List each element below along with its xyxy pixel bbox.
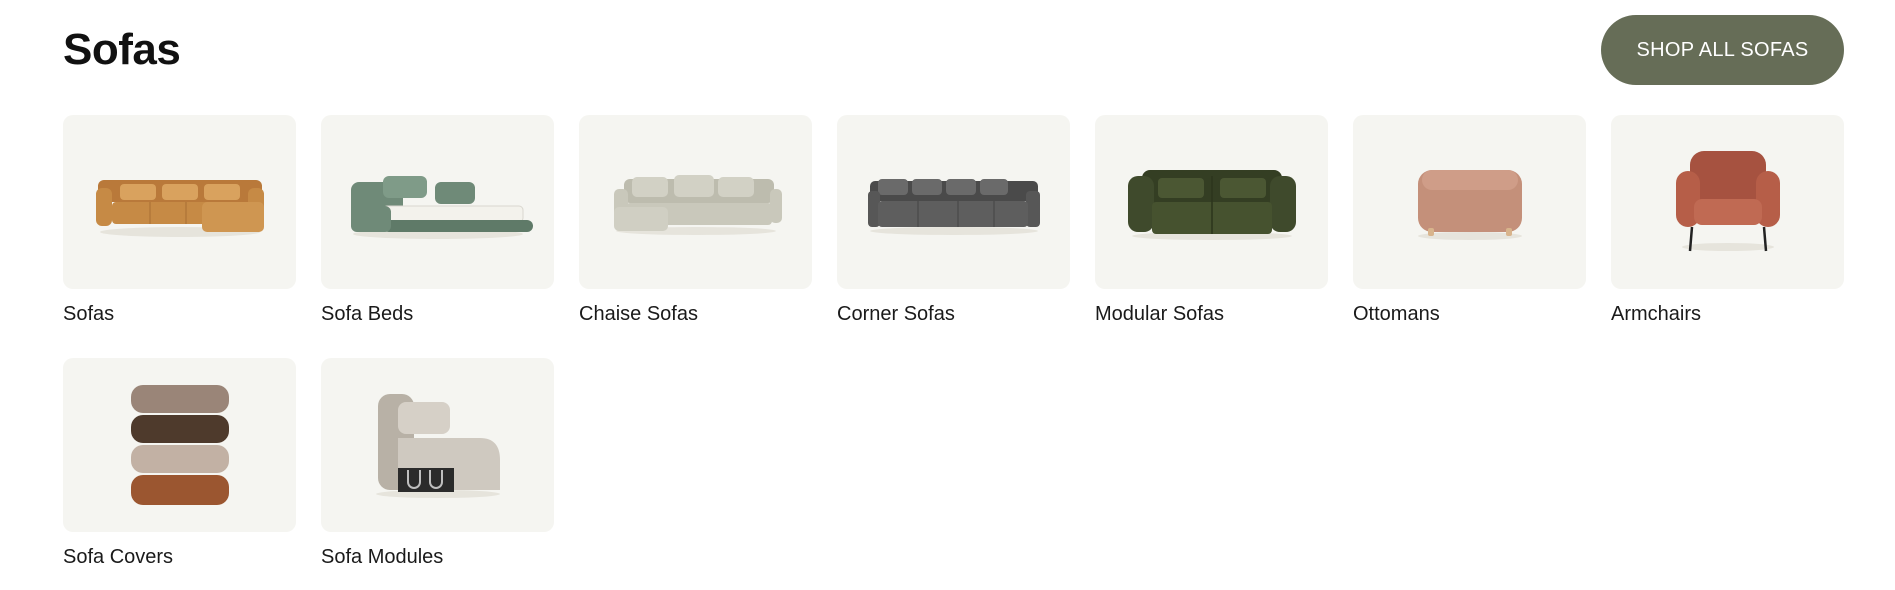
category-card-corner-sofas[interactable]: Corner Sofas [837,115,1070,326]
category-card-ottomans[interactable]: Ottomans [1353,115,1586,326]
ottoman-icon [1417,170,1522,240]
sofa-module-icon [375,394,500,498]
category-label: Sofa Modules [321,546,444,568]
category-card-chaise-sofas[interactable]: Chaise Sofas [579,115,812,326]
modular-sofa-icon [1127,170,1296,240]
category-thumbnail [63,115,296,289]
category-thumbnail [1353,115,1586,289]
category-card-sofa-covers[interactable]: Sofa Covers [63,358,296,569]
sofa-covers-icon [130,385,229,505]
category-thumbnail [63,358,296,532]
category-label: Sofas [63,303,115,325]
armchair-icon [1675,151,1780,252]
corner-sofa-icon [867,179,1040,235]
l-shaped-sofa-icon [95,180,264,237]
sofas-category-section: Sofas SHOP ALL SOFAS Sofas Sofa Beds Cha… [0,0,1895,590]
category-thumbnail [837,115,1070,289]
category-label: Sofa Covers [63,546,174,568]
category-label: Ottomans [1353,303,1440,325]
page-title: Sofas [63,25,181,74]
category-label: Sofa Beds [321,303,414,325]
category-thumbnail [321,358,554,532]
category-thumbnail [321,115,554,289]
shop-all-sofas-button[interactable]: SHOP ALL SOFAS [1601,15,1844,85]
category-card-sofa-modules[interactable]: Sofa Modules [321,358,554,569]
category-thumbnail [1611,115,1844,289]
category-label: Modular Sofas [1095,303,1224,325]
sofa-bed-icon [350,176,533,239]
category-card-sofas[interactable]: Sofas [63,115,296,326]
category-card-armchairs[interactable]: Armchairs [1611,115,1844,326]
category-card-modular-sofas[interactable]: Modular Sofas [1095,115,1328,326]
category-label: Corner Sofas [837,303,955,325]
chaise-sofa-icon [613,175,782,235]
category-thumbnail [1095,115,1328,289]
category-thumbnail [579,115,812,289]
category-grid: Sofas Sofa Beds Chaise Sofas Corner Sofa… [63,115,1845,569]
category-label: Armchairs [1611,303,1702,325]
category-card-sofa-beds[interactable]: Sofa Beds [321,115,554,326]
category-label: Chaise Sofas [579,303,698,325]
